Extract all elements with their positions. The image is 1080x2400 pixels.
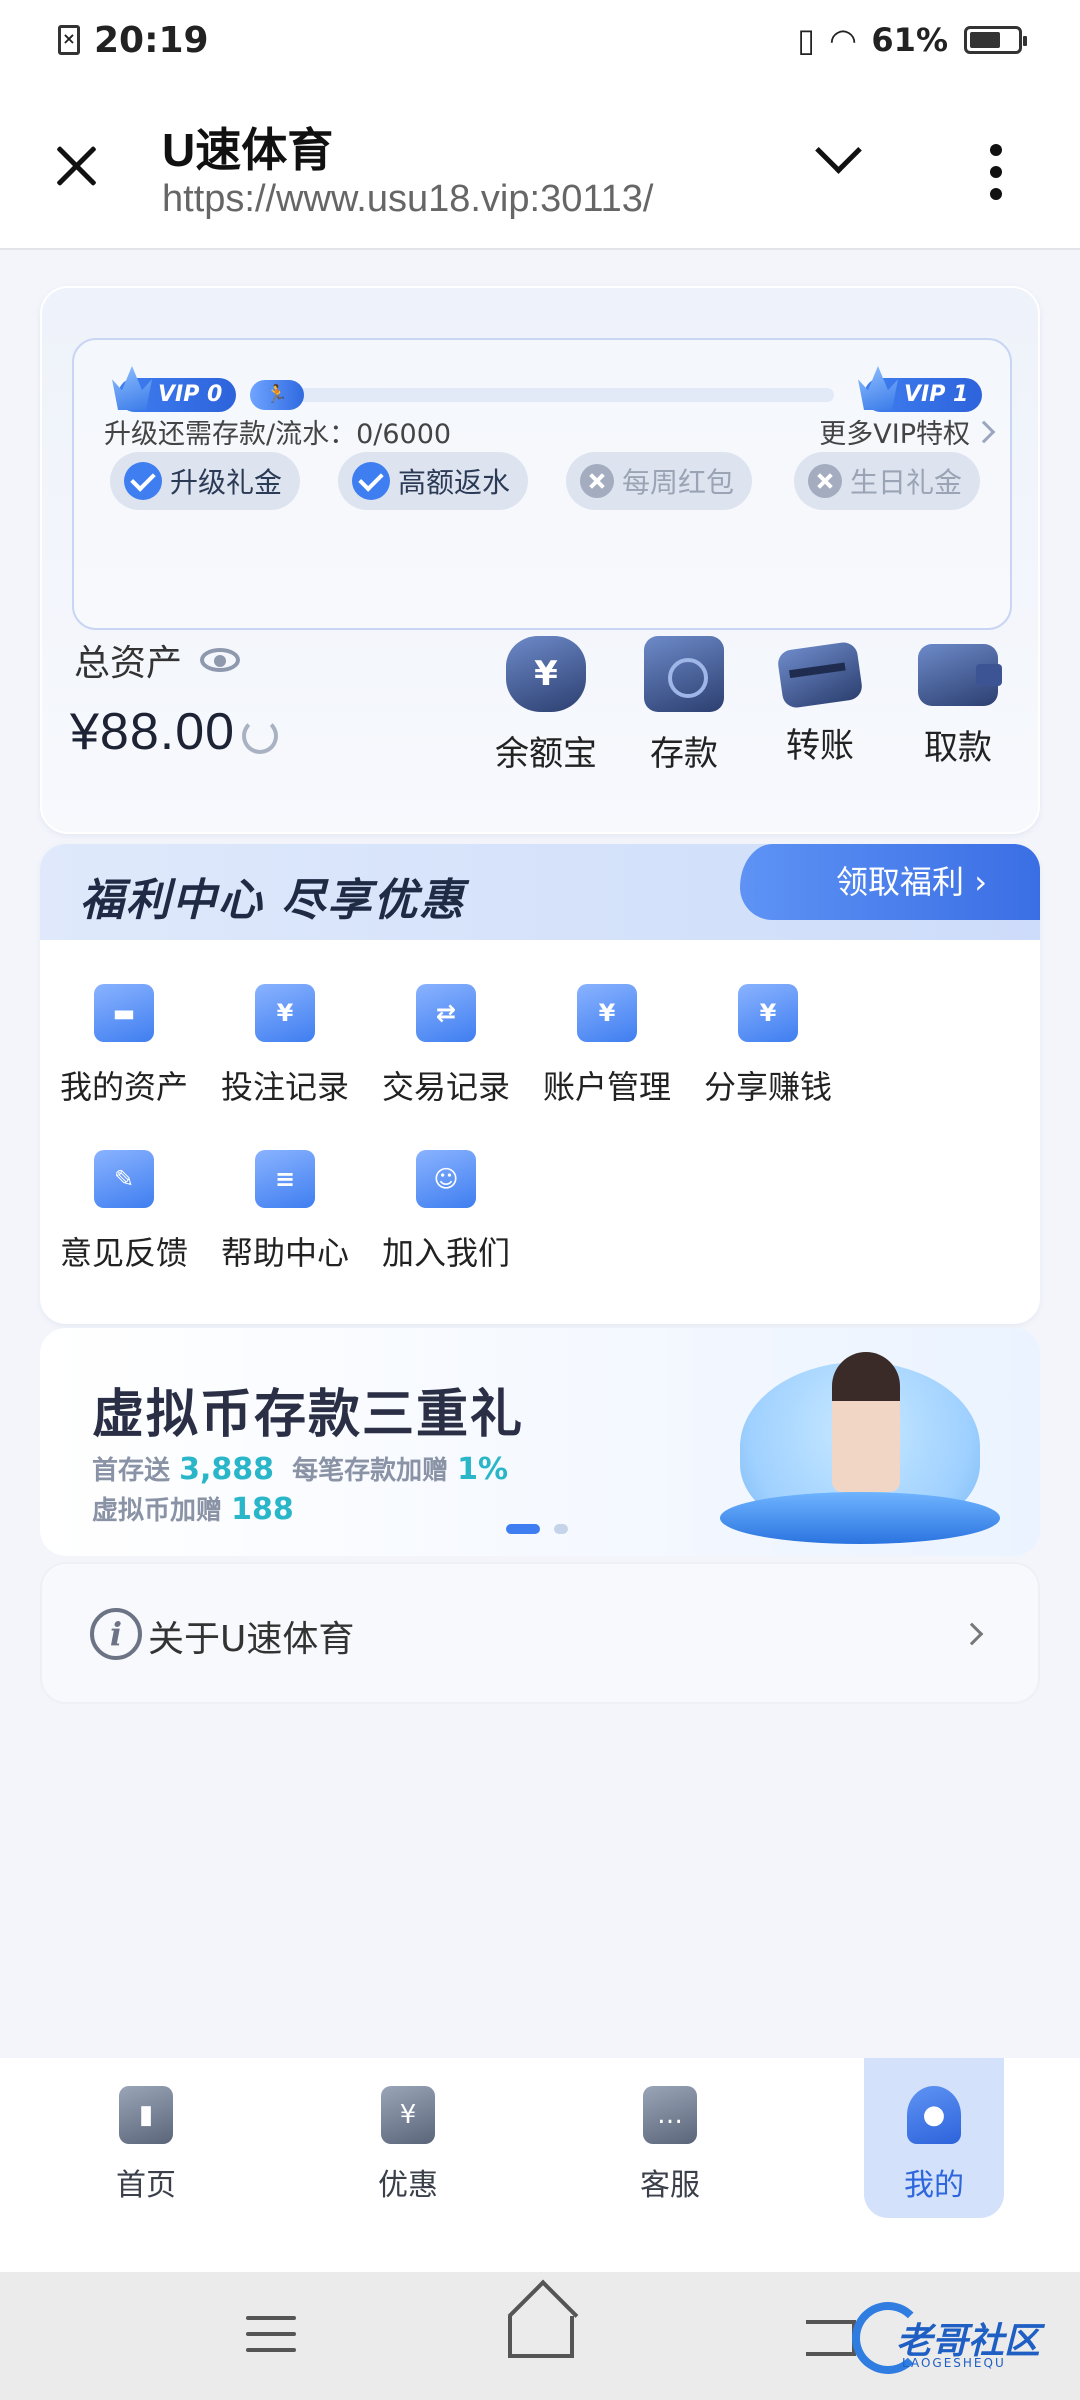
share-earn-icon: ¥ [738,984,798,1042]
promo-banner[interactable]: 虚拟币存款三重礼 首存送 3,888 每笔存款加赠 1% 虚拟币加赠 188 [40,1328,1040,1556]
wallet-icon [918,644,1002,706]
vip-progress-bar: 🏃 [250,380,834,410]
wallet-icon: ▬ [94,984,154,1042]
browser-header: U速体育 https://www.usu18.vip:30113/ [0,80,1080,250]
home-nav-icon[interactable] [508,2316,574,2358]
vip-current-badge: VIP 0 [112,366,237,412]
help-book-icon: ≡ [255,1150,315,1208]
tab-customer-service[interactable]: … 客服 [600,2058,740,2218]
total-assets-label: 总资产 [74,634,241,686]
menu-join-us[interactable]: ☺ 加入我们 [366,1150,526,1274]
home-icon: ▮ [119,2086,173,2144]
perk-weekly-redpacket: 每周红包 [566,452,753,510]
claim-welfare-button[interactable]: 领取福利 › [740,844,1040,920]
about-row[interactable]: i 关于U速体育 [40,1562,1040,1704]
model-figure [832,1352,900,1492]
carousel-dot-active[interactable] [506,1524,540,1534]
menu-transaction-records[interactable]: ⇄ 交易记录 [366,984,526,1108]
status-bar: × 20:19 ▯ ◠ 61% [0,0,1080,80]
watermark-logo: 老哥社区 LAOGESHEQU [852,2298,1072,2378]
asset-card: VIP 0 🏃 VIP 1 升级还需存款/流水：0/6000 更多VIP特权 升… [40,286,1040,834]
cards-icon [776,640,864,710]
refresh-icon[interactable] [242,718,278,754]
about-label: 关于U速体育 [148,1619,355,1660]
menu-share-earn[interactable]: ¥ 分享赚钱 [688,984,848,1108]
perk-rebate: 高额返水 [338,452,529,510]
yuebao-button[interactable]: 余额宝 [486,636,606,775]
deposit-button[interactable]: 存款 [624,636,744,775]
chevron-down-icon[interactable] [812,142,862,172]
crown-icon [858,366,898,410]
withdraw-button[interactable]: 取款 [898,636,1018,769]
check-icon [352,462,390,500]
runner-icon: 🏃 [250,380,304,410]
welfare-title: 福利中心 尽享优惠 [80,875,466,926]
money-bag-icon [506,636,586,712]
coupon-icon: ¥ [381,2086,435,2144]
chevron-right-icon: › [964,863,987,901]
vip-requirement-text: 升级还需存款/流水：0/6000 [104,419,452,450]
x-circle-icon [808,464,842,498]
profile-icon: ● [907,2086,961,2144]
vibrate-icon: ▯ [797,21,815,59]
total-assets-amount: ¥88.00 [70,703,236,761]
menu-bet-records[interactable]: ¥ 投注记录 [205,984,365,1108]
system-nav-bar: 老哥社区 LAOGESHEQU [0,2272,1080,2400]
carousel-dot[interactable] [554,1524,568,1534]
menu-help-center[interactable]: ≡ 帮助中心 [205,1150,365,1274]
battery-percent: 61% [871,21,948,59]
perk-upgrade-bonus: 升级礼金 [110,452,301,510]
chevron-right-icon [960,1622,984,1646]
tab-promotions[interactable]: ¥ 优惠 [338,2058,478,2218]
safe-icon [644,636,724,712]
menu-account-management[interactable]: ¥ 账户管理 [527,984,687,1108]
x-circle-icon [580,464,614,498]
join-users-icon: ☺ [416,1150,476,1208]
back-icon[interactable] [806,2320,856,2356]
welfare-center: 福利中心 尽享优惠 领取福利 › ▬ 我的资产 ¥ 投注记录 ⇄ 交易记录 ¥ … [40,844,1040,1324]
no-sim-icon: × [58,25,80,55]
tab-home[interactable]: ▮ 首页 [76,2058,216,2218]
close-icon[interactable] [52,140,102,190]
eye-icon[interactable] [200,648,241,672]
transaction-icon: ⇄ [416,984,476,1042]
account-folder-icon: ¥ [577,984,637,1042]
chevron-right-icon [972,420,996,444]
more-options-icon[interactable] [990,144,1002,210]
vip-next-badge: VIP 1 [858,366,983,412]
menu-feedback[interactable]: ✎ 意见反馈 [44,1150,204,1274]
recent-apps-icon[interactable] [246,2316,296,2364]
banner-title: 虚拟币存款三重礼 [92,1385,525,1445]
page-title: U速体育 [162,124,334,176]
banner-line-1: 首存送 3,888 每笔存款加赠 1% [92,1452,509,1487]
perk-birthday-bonus: 生日礼金 [794,452,981,510]
welfare-header: 福利中心 尽享优惠 领取福利 › [40,844,1040,940]
bottom-tab-bar: ▮ 首页 ¥ 优惠 … 客服 ● 我的 [0,2058,1080,2272]
check-icon [124,462,162,500]
crown-icon [112,366,152,410]
banner-line-2: 虚拟币加赠 188 [92,1492,294,1527]
url-text: https://www.usu18.vip:30113/ [162,178,654,220]
customer-service-icon: … [643,2086,697,2144]
promo-illustration [720,1342,1000,1552]
wifi-icon: ◠ [830,21,856,59]
vip-progress-panel: VIP 0 🏃 VIP 1 升级还需存款/流水：0/6000 更多VIP特权 升… [72,338,1012,630]
transfer-button[interactable]: 转账 [760,636,880,767]
tab-profile[interactable]: ● 我的 [864,2058,1004,2218]
more-vip-link[interactable]: 更多VIP特权 [819,412,970,451]
bet-record-icon: ¥ [255,984,315,1042]
battery-icon [964,26,1027,54]
carousel-dots [506,1524,568,1534]
info-icon: i [90,1608,142,1660]
menu-my-assets[interactable]: ▬ 我的资产 [44,984,204,1108]
feedback-icon: ✎ [94,1150,154,1208]
status-time: 20:19 [94,19,209,61]
